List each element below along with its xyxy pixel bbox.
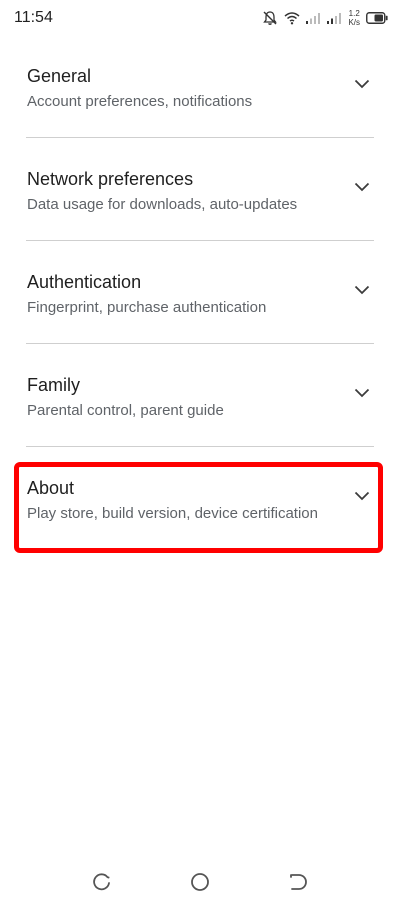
status-time: 11:54: [14, 9, 53, 26]
settings-item-family[interactable]: Family Parental control, parent guide: [26, 344, 374, 447]
navigation-bar: [0, 855, 400, 911]
settings-item-title: Network preferences: [27, 169, 194, 189]
highlight-box: [14, 462, 383, 553]
chevron-down-icon[interactable]: [354, 182, 370, 192]
signal-icon: [306, 13, 321, 24]
settings-item-subtitle: Account preferences, notifications: [27, 93, 253, 110]
chevron-down-icon[interactable]: [354, 79, 370, 89]
settings-item-title: Family: [27, 375, 80, 395]
status-bar: 11:54 1.2 K/s: [0, 0, 400, 36]
settings-item-network-preferences[interactable]: Network preferences Data usage for downl…: [26, 138, 374, 241]
settings-item-authentication[interactable]: Authentication Fingerprint, purchase aut…: [26, 241, 374, 344]
settings-item-subtitle: Data usage for downloads, auto-updates: [27, 196, 298, 213]
chevron-down-icon[interactable]: [354, 285, 370, 295]
status-icons: 1.2 K/s: [262, 8, 388, 28]
settings-item-title: Authentication: [27, 272, 142, 292]
network-speed-value: 1.2: [348, 9, 360, 18]
settings-item-subtitle: Fingerprint, purchase authentication: [27, 299, 267, 316]
bell-off-icon: [263, 11, 278, 25]
network-speed: 1.2 K/s: [348, 9, 360, 27]
home-icon[interactable]: [189, 871, 211, 893]
recents-icon[interactable]: [91, 871, 113, 893]
chevron-down-icon[interactable]: [354, 388, 370, 398]
network-speed-unit: K/s: [348, 18, 360, 27]
settings-item-subtitle: Parental control, parent guide: [27, 402, 224, 419]
signal-icon: [327, 13, 342, 24]
settings-item-general[interactable]: General Account preferences, notificatio…: [26, 35, 374, 138]
battery-icon: [366, 12, 388, 24]
settings-item-title: General: [27, 66, 92, 86]
wifi-icon: [284, 12, 300, 25]
back-icon[interactable]: [287, 871, 309, 893]
